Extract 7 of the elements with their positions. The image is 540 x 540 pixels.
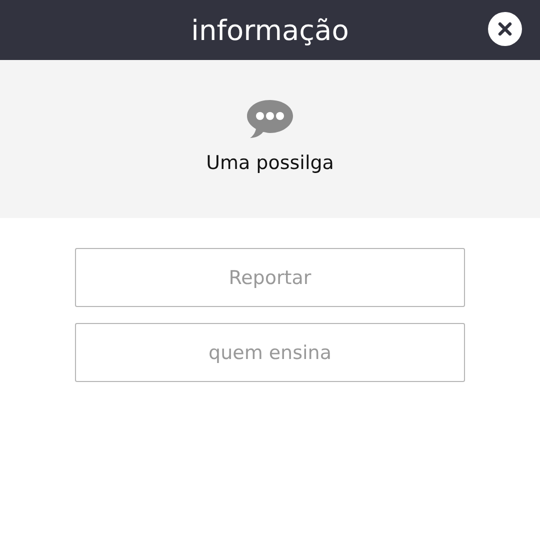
- close-button[interactable]: [488, 12, 522, 46]
- option-button[interactable]: Reportar: [75, 248, 465, 307]
- close-icon: [497, 21, 513, 37]
- message-text: Uma possilga: [206, 152, 334, 174]
- chat-bubble-icon: [246, 98, 294, 140]
- dialog-title: informação: [191, 14, 349, 46]
- option-button[interactable]: quem ensina: [75, 323, 465, 382]
